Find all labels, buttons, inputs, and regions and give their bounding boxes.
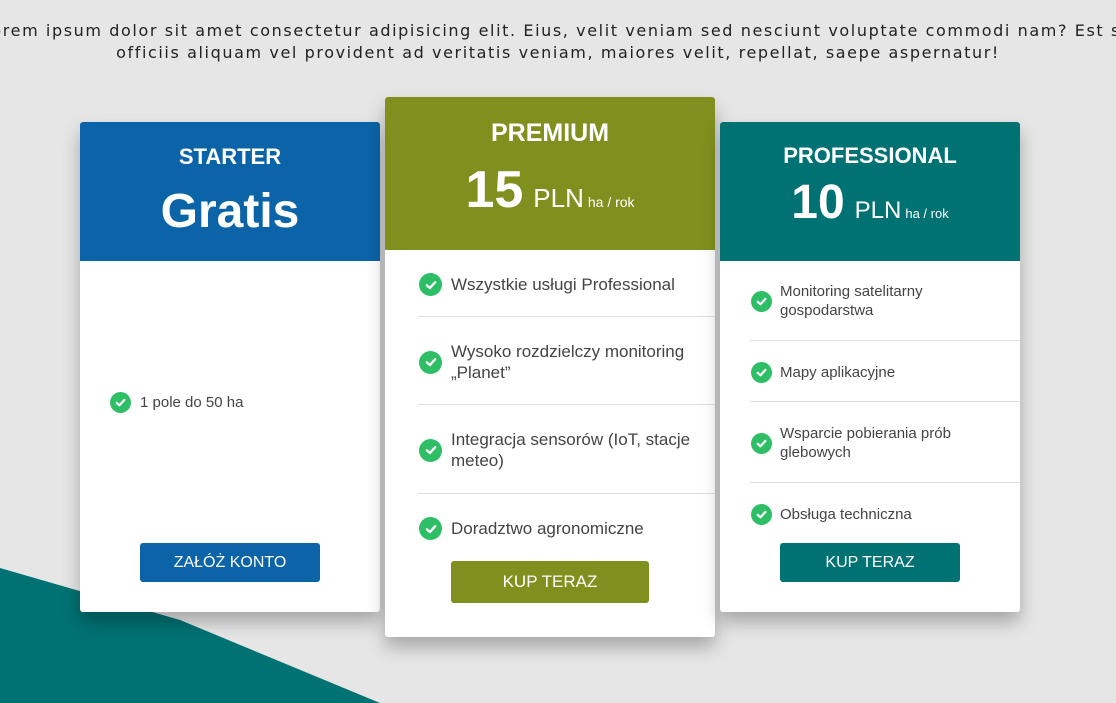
plan-price-row: 10 PLN ha / rok [720,175,1020,230]
feature-item: Obsługa techniczna [751,504,1001,525]
intro-text: Lorem ipsum dolor sit amet consectetur a… [0,21,1116,62]
price-unit: ha / rok [905,206,949,221]
plan-name: PROFESSIONAL [783,143,957,168]
divider [750,401,1020,402]
feature-label: 1 pole do 50 ha [140,394,244,411]
check-icon [419,517,442,540]
feature-label: Doradztwo agronomiczne [451,519,644,538]
plan-price: 15 [465,161,524,219]
price-currency: PLN [533,183,584,213]
check-icon [751,432,772,454]
divider [750,340,1020,341]
check-icon [751,362,772,383]
feature-label: Wszystkie usługi Professional [451,275,675,294]
feature-item: Monitoring satelitarny gospodarstwa [751,282,1001,320]
plan-card-starter: STARTER Gratis 1 pole do 50 ha ZAŁÓŻ KON… [80,122,380,612]
feature-item: Wysoko rozdzielczy monitoring „Planet” [419,341,699,383]
feature-item: Integracja sensorów (IoT, stacje meteo) [419,429,699,471]
feature-label: Integracja sensorów (IoT, stacje meteo) [451,430,691,470]
feature-item: 1 pole do 50 ha [110,392,360,413]
plan-name: PREMIUM [490,119,610,147]
plan-price: Gratis [160,185,300,238]
plan-price: 10 [791,176,845,229]
plan-price-row: 15 PLN ha / rok [385,160,715,220]
feature-label: Mapy aplikacyjne [780,364,896,381]
buy-now-button[interactable]: KUP TERAZ [780,543,960,582]
feature-label: Wsparcie pobierania prób glebowych [780,425,951,461]
check-icon [751,290,772,312]
feature-item: Doradztwo agronomiczne [419,517,699,540]
starter-header: STARTER Gratis [80,122,380,261]
check-icon [110,392,131,413]
feature-item: Wszystkie usługi Professional [419,273,699,296]
check-icon [751,504,772,525]
check-icon [419,350,442,374]
check-icon [419,438,442,462]
plan-card-professional: PROFESSIONAL 10 PLN ha / rok Monitoring sa… [720,122,1020,612]
price-currency: PLN [854,197,902,224]
divider [418,493,715,494]
price-unit: ha / rok [587,194,635,210]
create-account-button[interactable]: ZAŁÓŻ KONTO [140,543,320,582]
feature-label: Monitoring satelitarny gospodarstwa [780,283,923,319]
feature-item: Wsparcie pobierania prób glebowych [751,424,1001,462]
divider [750,482,1020,483]
plan-card-premium: PREMIUM 15 PLN ha / rok Wszystkie usługi P… [385,97,715,637]
check-icon [419,273,442,296]
divider [418,404,715,405]
premium-header: PREMIUM 15 PLN ha / rok [385,97,715,250]
plan-name: STARTER [178,144,282,169]
professional-header: PROFESSIONAL 10 PLN ha / rok [720,122,1020,261]
divider [418,316,715,317]
feature-label: Obsługa techniczna [780,506,912,523]
feature-label: Wysoko rozdzielczy monitoring „Planet” [451,342,685,382]
buy-now-button[interactable]: KUP TERAZ [451,561,649,603]
feature-item: Mapy aplikacyjne [751,362,1001,383]
